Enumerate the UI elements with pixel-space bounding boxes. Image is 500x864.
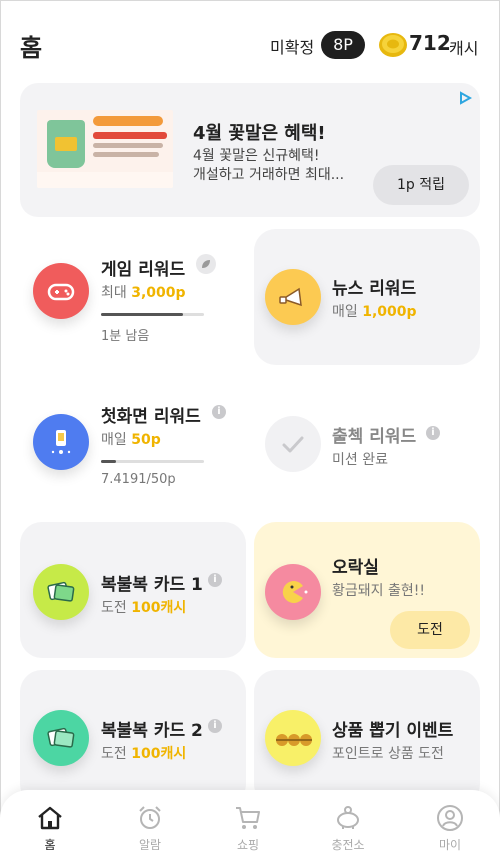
leaf-badge-icon bbox=[196, 254, 216, 274]
game-reward-card[interactable]: 게임 리워드 최대 3,000p 1분 남음 bbox=[20, 229, 246, 365]
scratch-card-1-title: 복불복 카드 1 bbox=[101, 575, 203, 595]
ad-cup-label bbox=[55, 137, 77, 151]
lockscreen-reward-sub-prefix: 매일 bbox=[101, 432, 132, 448]
arcade-challenge-button[interactable]: 도전 bbox=[390, 611, 470, 649]
cash-amount[interactable]: 712 bbox=[409, 31, 451, 55]
scratch-card-2[interactable]: 복불복 카드 2 i 도전 100캐시 bbox=[20, 670, 246, 806]
gacha-capsule-icon bbox=[265, 710, 321, 766]
checkin-reward-card[interactable]: 출첵 리워드 i 미션 완료 bbox=[254, 376, 480, 512]
game-reward-progress bbox=[101, 313, 204, 316]
nav-shop-label: 쇼핑 bbox=[236, 838, 260, 852]
scratch-card-1-sub: 도전 100캐시 bbox=[101, 597, 186, 617]
scratch-card-2-title: 복불복 카드 2 bbox=[101, 721, 203, 741]
cards-icon bbox=[33, 564, 89, 620]
pending-points-badge[interactable]: 8P bbox=[321, 31, 365, 59]
checkmark-icon bbox=[265, 416, 321, 472]
nav-alarm-label: 알람 bbox=[138, 838, 162, 852]
scratch-card-2-sub: 도전 100캐시 bbox=[101, 743, 186, 763]
pending-points-label: 미확정 bbox=[270, 38, 315, 57]
gamepad-icon bbox=[33, 263, 89, 319]
info-icon[interactable]: i bbox=[208, 573, 222, 587]
nav-shop[interactable]: 쇼핑 bbox=[218, 804, 278, 860]
megaphone-icon bbox=[265, 269, 321, 325]
cash-unit: 캐시 bbox=[449, 39, 479, 58]
game-reward-title: 게임 리워드 bbox=[101, 260, 186, 280]
ad-image-tag bbox=[93, 116, 163, 126]
lockscreen-reward-progress-text: 7.4191/50p bbox=[101, 472, 176, 487]
scratch-card-2-sub-value: 100캐시 bbox=[131, 746, 187, 762]
checkin-reward-title: 출첵 리워드 bbox=[332, 427, 417, 447]
arcade-title: 오락실 bbox=[332, 558, 379, 578]
nav-alarm[interactable]: 알람 bbox=[120, 804, 180, 860]
arcade-sub: 황금돼지 출현!! bbox=[332, 583, 425, 599]
lockscreen-reward-title: 첫화면 리워드 bbox=[101, 407, 201, 427]
phone-icon bbox=[33, 414, 89, 470]
ad-desc-line1: 4월 꽃말은 신규혜택! bbox=[193, 148, 320, 164]
game-reward-progress-text: 1분 남음 bbox=[101, 329, 150, 344]
ad-image-footer bbox=[37, 172, 173, 188]
ad-reward-button[interactable]: 1p 적립 bbox=[373, 165, 469, 205]
news-reward-card[interactable]: 뉴스 리워드 매일 1,000p bbox=[254, 229, 480, 365]
ad-banner[interactable]: 4월 꽃말은 혜택! 4월 꽃말은 신규혜택! 개설하고 거래하면 최대... … bbox=[20, 83, 480, 217]
cards-icon bbox=[33, 710, 89, 766]
scratch-card-1-sub-value: 100캐시 bbox=[131, 600, 187, 616]
ad-image-text bbox=[93, 152, 159, 157]
app-header: 홈 미확정 8P 712 캐시 bbox=[0, 0, 500, 84]
checkin-reward-sub: 미션 완료 bbox=[332, 452, 388, 468]
game-reward-sub: 최대 3,000p bbox=[101, 282, 186, 302]
news-reward-sub-prefix: 매일 bbox=[332, 304, 363, 320]
alarm-clock-icon bbox=[139, 806, 161, 829]
info-icon[interactable]: i bbox=[426, 426, 440, 440]
news-reward-title: 뉴스 리워드 bbox=[332, 279, 417, 299]
nav-my[interactable]: 마이 bbox=[420, 804, 480, 860]
info-icon[interactable]: i bbox=[208, 719, 222, 733]
nav-home-label: 홈 bbox=[44, 838, 56, 852]
nav-charge[interactable]: 충전소 bbox=[318, 804, 378, 860]
scratch-card-2-sub-prefix: 도전 bbox=[101, 746, 132, 762]
lockscreen-reward-sub-value: 50p bbox=[131, 432, 161, 448]
nav-my-label: 마이 bbox=[438, 838, 462, 852]
lockscreen-reward-sub: 매일 50p bbox=[101, 429, 161, 449]
gacha-event-sub: 포인트로 상품 도전 bbox=[332, 746, 444, 762]
game-reward-sub-prefix: 최대 bbox=[101, 285, 132, 301]
page-title: 홈 bbox=[20, 34, 43, 62]
ad-desc-line2: 개설하고 거래하면 최대... bbox=[193, 167, 345, 183]
home-icon bbox=[38, 806, 62, 830]
ad-image-text bbox=[93, 143, 163, 148]
news-reward-sub-value: 1,000p bbox=[362, 304, 417, 320]
scratch-card-1[interactable]: 복불복 카드 1 i 도전 100캐시 bbox=[20, 522, 246, 658]
info-icon[interactable]: i bbox=[212, 405, 226, 419]
gacha-event-title: 상품 뽑기 이벤트 bbox=[332, 721, 454, 741]
lockscreen-reward-card[interactable]: 첫화면 리워드 i 매일 50p 7.4191/50p bbox=[20, 376, 246, 512]
bottom-navigation: 홈 알람 쇼핑 충전소 마이 bbox=[0, 790, 500, 864]
arcade-card[interactable]: 오락실 황금돼지 출현!! 도전 bbox=[254, 522, 480, 658]
coin-icon bbox=[379, 33, 407, 57]
cart-icon bbox=[236, 807, 260, 829]
lockscreen-reward-progress bbox=[101, 460, 204, 463]
piggy-bank-icon bbox=[337, 806, 359, 829]
game-reward-sub-value: 3,000p bbox=[131, 285, 186, 301]
nav-home[interactable]: 홈 bbox=[20, 804, 80, 860]
ad-image[interactable] bbox=[37, 110, 173, 188]
pacman-icon bbox=[265, 564, 321, 620]
profile-icon bbox=[437, 805, 463, 831]
ad-description: 4월 꽃말은 신규혜택! 개설하고 거래하면 최대... bbox=[193, 147, 344, 185]
ad-title: 4월 꽃말은 혜택! bbox=[193, 123, 326, 144]
scratch-card-1-sub-prefix: 도전 bbox=[101, 600, 132, 616]
lockscreen-reward-progress-fill bbox=[101, 460, 117, 463]
news-reward-sub: 매일 1,000p bbox=[332, 301, 417, 321]
ad-image-headline bbox=[93, 132, 167, 139]
nav-charge-label: 충전소 bbox=[331, 838, 365, 852]
gacha-event-card[interactable]: 상품 뽑기 이벤트 포인트로 상품 도전 bbox=[254, 670, 480, 806]
game-reward-progress-fill bbox=[101, 313, 184, 316]
ad-choices-icon[interactable] bbox=[458, 91, 472, 105]
